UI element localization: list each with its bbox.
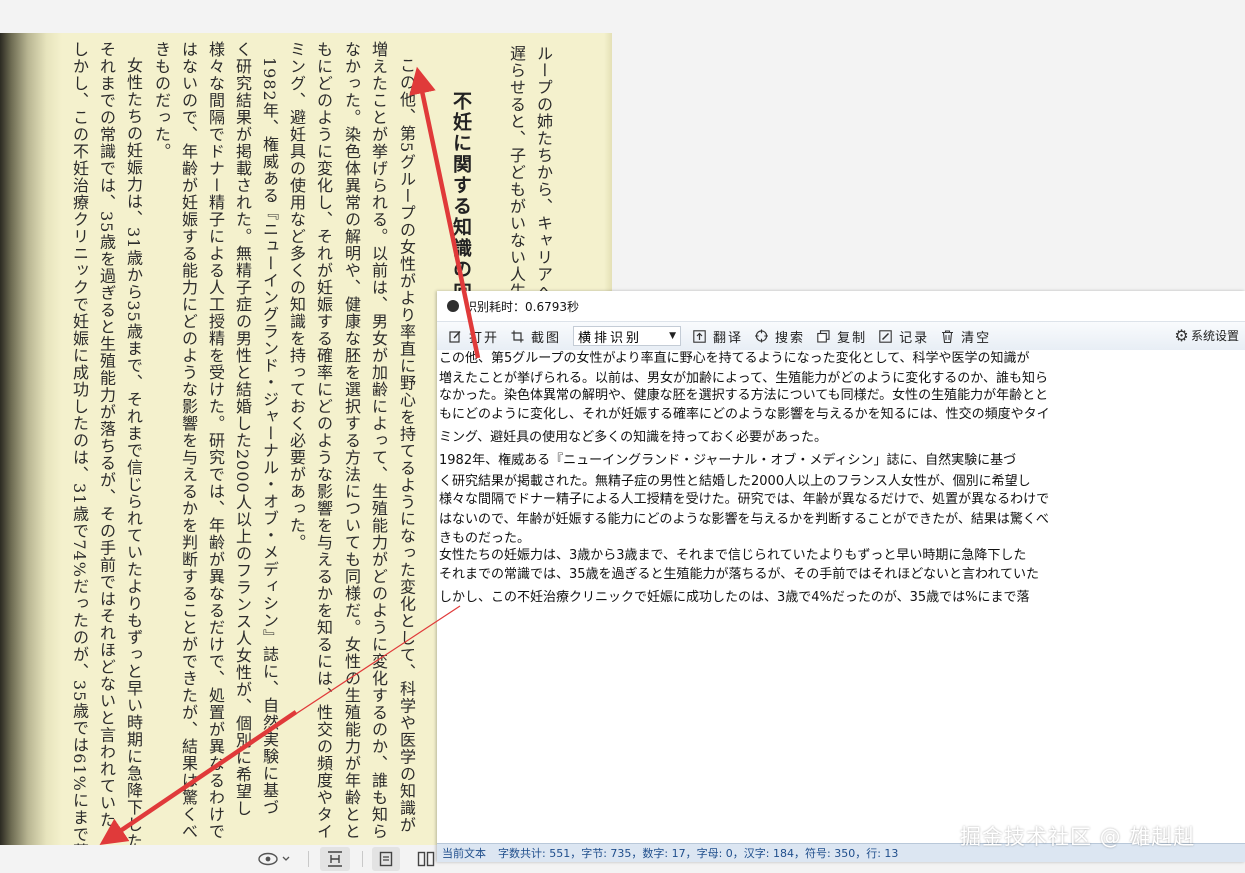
book-column-2: この他、第5グループの女性がより率直に野心を持てるようになった変化として、科学や… (397, 57, 416, 834)
recognition-mode-value: 横排识别 (578, 330, 643, 346)
recognized-text-area[interactable]: この他、第5グループの女性がより率直に野心を持てるようになった変化として、科学や… (437, 350, 1245, 844)
book-column-12: 女性たちの妊娠力は、31歳から35歳まで、それまで信じられていたよりもずっと早い… (124, 57, 143, 845)
text-line: この他、第5グループの女性がより率直に野心を持てるようになった変化として、科学や… (439, 351, 1030, 366)
target-search-icon (755, 329, 769, 343)
chevron-down-icon: ▼ (669, 331, 677, 341)
text-line: もにどのように変化し、それが妊娠する確率にどのような影響を与えるかを知るには、性… (439, 407, 1050, 422)
book-column-0: ループの姉たちから、キャリアへ (534, 45, 553, 300)
screenshot-label: 截图 (531, 330, 562, 346)
open-label: 打开 (469, 330, 500, 346)
translate-label: 翻译 (713, 330, 744, 346)
history-label: 记录 (899, 330, 930, 346)
book-column-3: 増えたことが挙げられる。以前は、男女が加齢によって、生殖能力がどのように変化する… (369, 41, 388, 840)
visibility-eye-icon[interactable] (255, 847, 293, 871)
text-line: 1982年、権威ある『ニューイングランド・ジャーナル・オブ・メディシン」誌に、自… (439, 453, 1017, 468)
system-settings-button[interactable]: ⚙ 系统设置 (1169, 324, 1245, 346)
book-column-1: 遅らせると、子どもがいない人生 (507, 45, 526, 300)
book-spine-shadow (0, 33, 62, 845)
single-page-icon[interactable] (372, 847, 400, 871)
gear-icon: ⚙ (1174, 325, 1189, 345)
text-line: ミング、避妊具の使用など多くの知識を持っておく必要があった。 (439, 430, 828, 445)
text-line: く研究結果が掲載された。無精子症の男性と結婚した2000人以上のフランス人女性が… (439, 474, 1031, 489)
text-line: はないので、年齢が妊娠する能力にどのような影響を与えるかを判断することができたが… (439, 512, 1049, 527)
status-character-counts: 字数共计: 551，字节: 735，数字: 17，字母: 0，汉字: 184，符… (498, 847, 899, 860)
two-page-icon[interactable] (412, 847, 440, 871)
book-section-heading: 不妊に関する知識の向 (450, 91, 472, 301)
trash-icon (941, 329, 954, 343)
search-label: 搜索 (775, 330, 806, 346)
reader-toolbar (0, 845, 440, 873)
book-column-13: それまでの常識では、35歳を過ぎると生殖能力が落ちるが、その手前ではそれほどない… (97, 41, 116, 829)
app-logo-icon (447, 300, 459, 312)
copy-label: 复制 (837, 330, 868, 346)
book-column-9: 様々な間隔でドナー精子による人工授精を受けた。研究では、年齢が異なるだけで、処置… (206, 41, 225, 840)
text-line: しかし、この不妊治療クリニックで妊娠に成功したのは、3歳で4%だったのが、35歳… (439, 590, 1030, 605)
book-column-11: きものだった。 (152, 41, 171, 160)
text-line: 増えたことが挙げられる。以前は、男女が加齢によって、生殖能力がどのように変化する… (439, 371, 1049, 386)
crop-icon (511, 330, 524, 343)
recognition-mode-select[interactable]: 横排识别 ▼ (573, 326, 682, 346)
toolbar-divider (362, 851, 363, 867)
copy-button[interactable]: 复制 (811, 325, 873, 347)
book-column-8: く研究結果が掲載された。無精子症の男性と結婚した2000人以上のフランス人女性が… (233, 41, 252, 817)
ocr-toolbar: 打开 截图 横排识别 ▼ 翻译 搜索 复制 记录 清空 ⚙ 系统设置 (437, 321, 1245, 351)
text-line: 女性たちの妊娠力は、3歳から3歳まで、それまで信じられていたよりもずっと早い時期… (439, 548, 1027, 563)
book-column-10: はないので、年齢が妊娠する能力にどのような影響を与えるかを判断することができたが… (179, 41, 198, 840)
clear-button[interactable]: 清空 (935, 325, 997, 347)
copy-icon (817, 329, 830, 343)
text-line: なかった。染色体異常の解明や、健康な胚を選択する方法についても同様だ。女性の生殖… (439, 388, 1049, 403)
open-button[interactable]: 打开 (443, 325, 505, 347)
clear-label: 清空 (961, 330, 992, 346)
toolbar-divider (308, 851, 309, 867)
text-line: 様々な間隔でドナー精子による人工授精を受けた。研究では、年齢が異なるだけで、処置… (439, 492, 1050, 507)
translate-icon (693, 329, 706, 343)
book-column-5: もにどのように変化し、それが妊娠する確率にどのような影響を与えるかを知るには、性… (314, 41, 333, 840)
status-current-text-label: 当前文本 (442, 847, 486, 860)
watermark-text: 掘金技术社区 @ 雄赳赳 (960, 825, 1196, 849)
book-column-6: ミング、避妊具の使用など多くの知識を持っておく必要があった。 (287, 41, 306, 551)
screenshot-button[interactable]: 截图 (505, 325, 567, 347)
ocr-result-window: 识别耗时：0.6793秒 打开 截图 横排识别 ▼ 翻译 搜索 复制 记录 清空… (437, 291, 1245, 862)
history-button[interactable]: 记录 (873, 325, 935, 347)
system-settings-label: 系统设置 (1190, 328, 1239, 343)
translate-button[interactable]: 翻译 (687, 325, 749, 347)
search-button[interactable]: 搜索 (749, 325, 811, 347)
window-title: 识别耗时：0.6793秒 (465, 299, 579, 314)
pencil-edit-icon (879, 329, 892, 343)
text-line: きものだった。 (439, 531, 531, 546)
text-line: それまでの常識では、35歳を過ぎると生殖能力が落ちるが、その手前ではそれほどない… (439, 567, 1039, 582)
book-column-4: なかった。染色体異常の解明や、健康な胚を選択する方法についても同様だ。女性の生殖… (342, 41, 361, 840)
window-titlebar[interactable]: 识别耗时：0.6793秒 (437, 291, 1245, 321)
edit-open-icon (449, 330, 462, 343)
fit-height-icon[interactable] (320, 847, 350, 871)
book-column-14: しかし、この不妊治療クリニックで妊娠に成功したのは、31歳で74%だったのが、3… (70, 41, 89, 845)
book-column-7: 1982年、権威ある『ニューイングランド・ジャーナル・オブ・メディシン』誌に、自… (260, 57, 279, 816)
